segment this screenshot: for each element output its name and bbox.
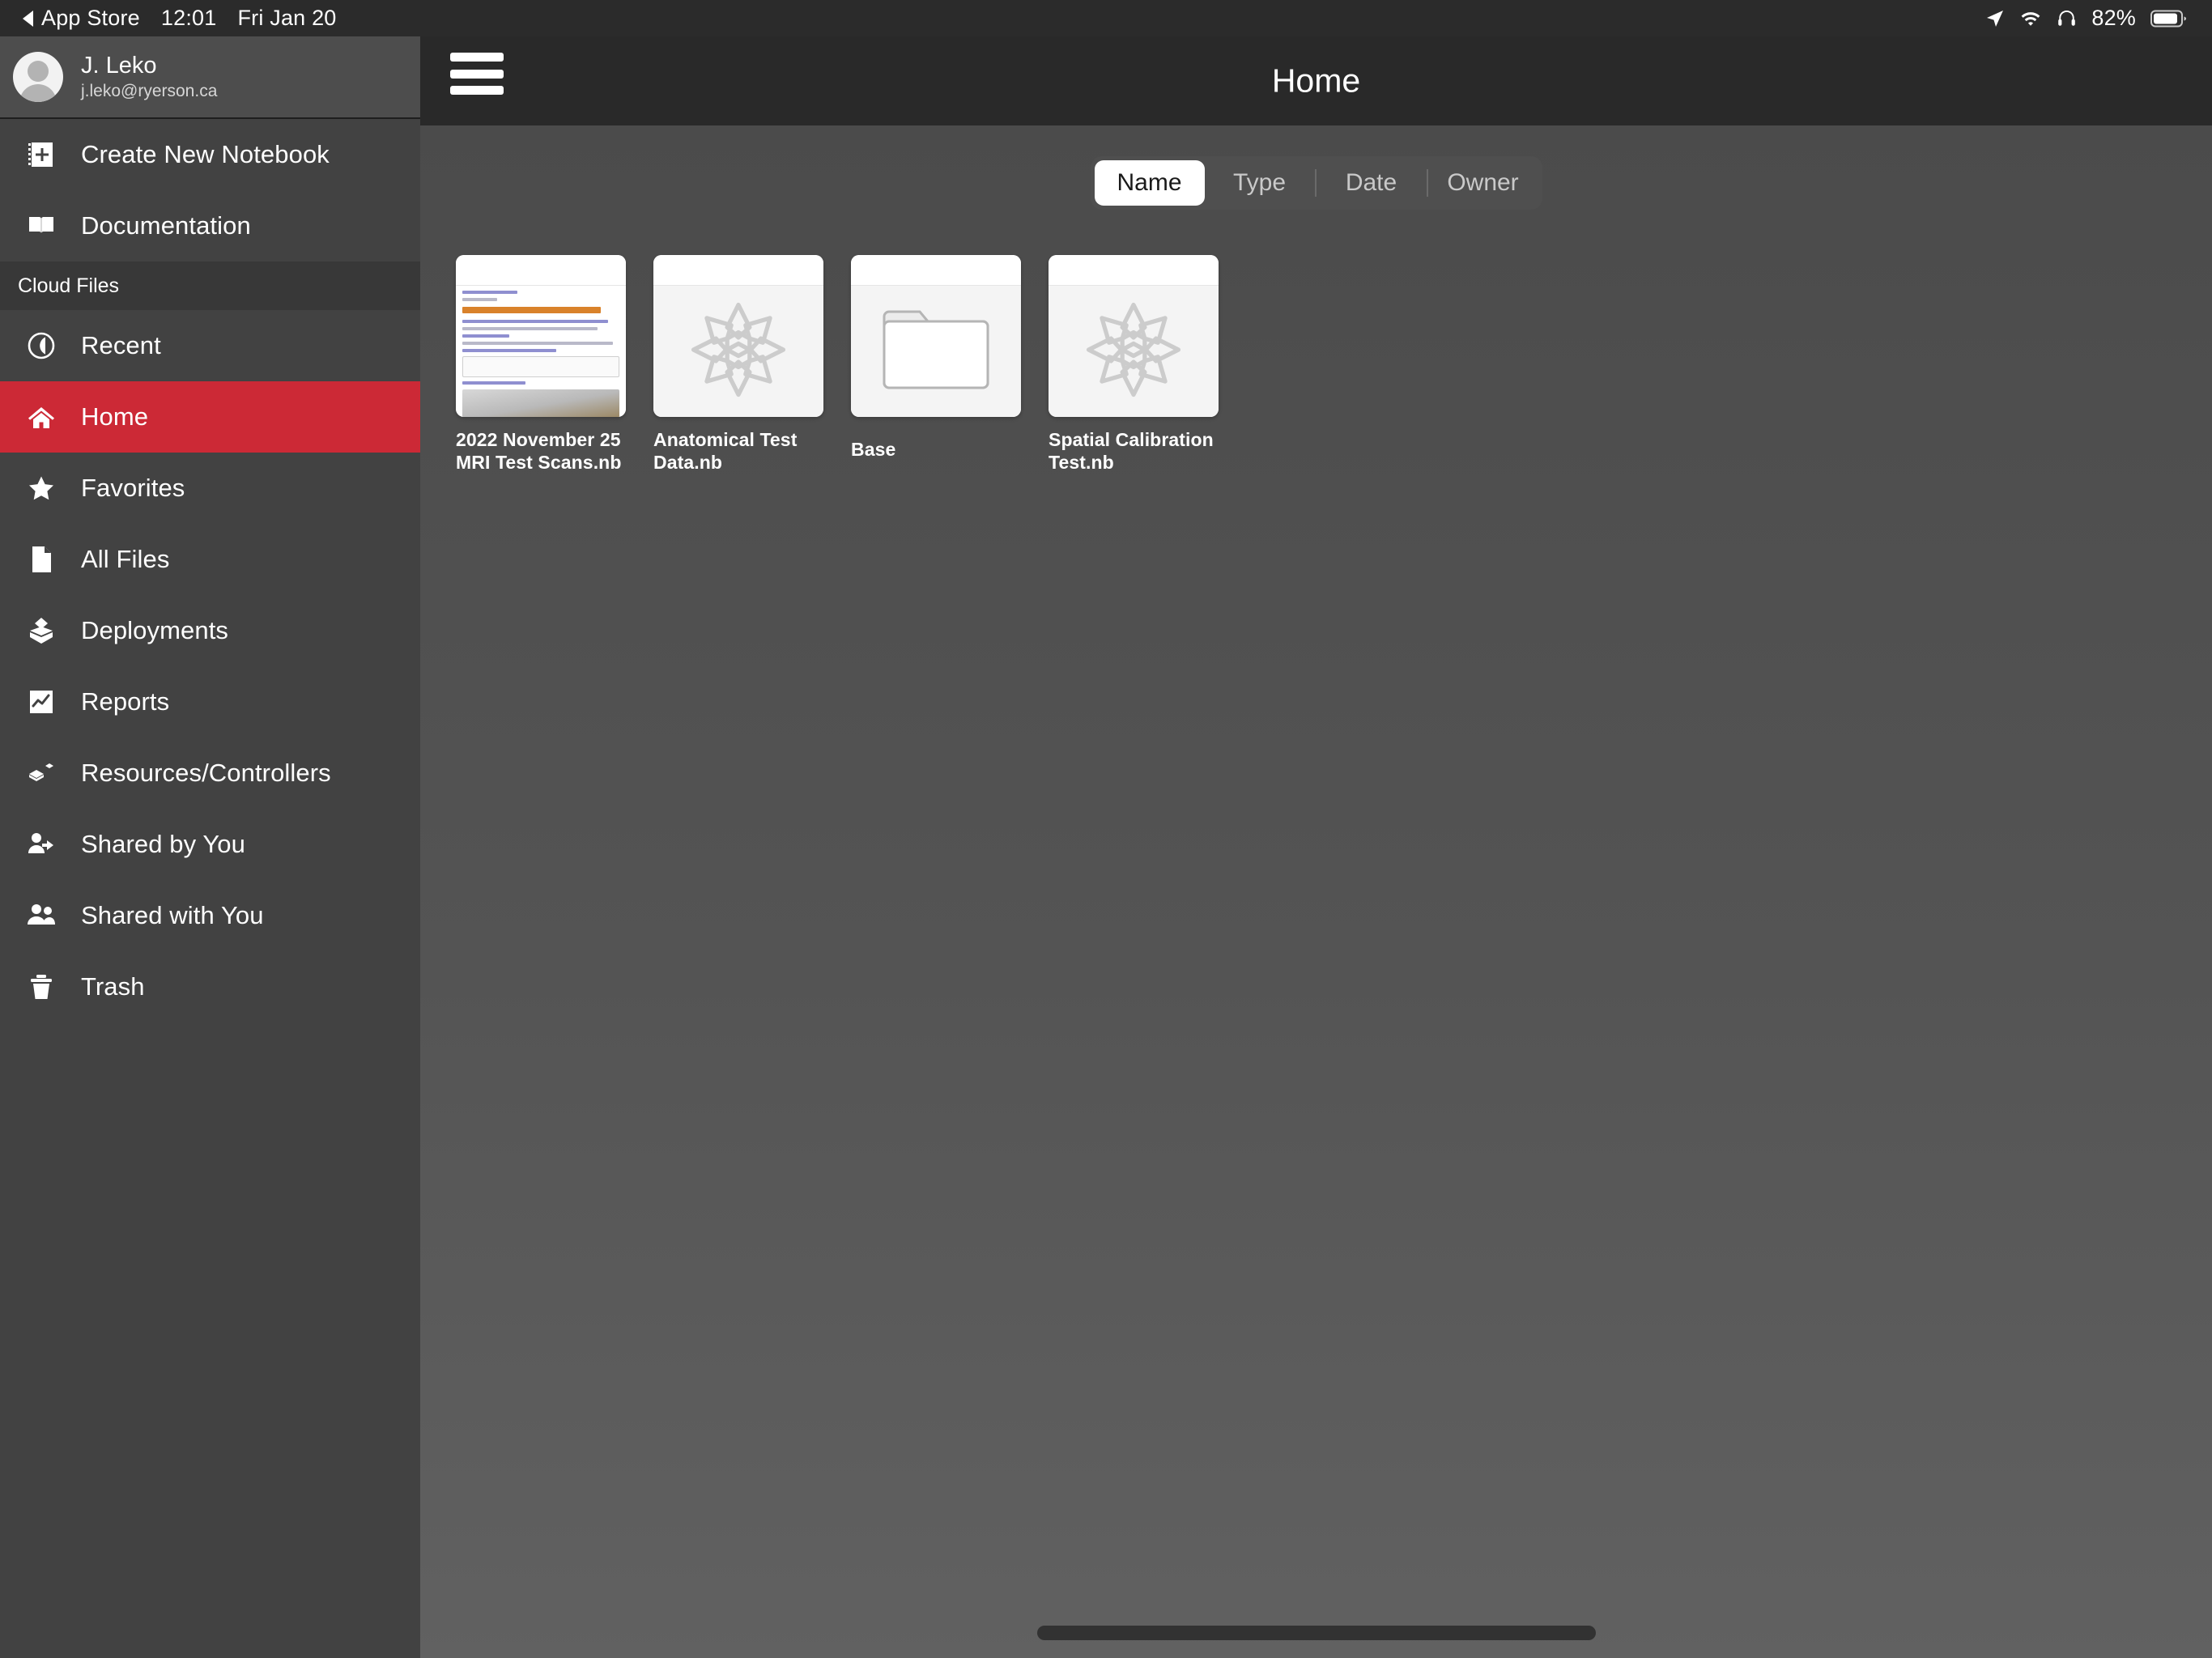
sidebar-section-cloud-files: Cloud Files bbox=[0, 261, 420, 310]
status-time: 12:01 bbox=[160, 6, 217, 30]
trash-icon bbox=[24, 970, 58, 1004]
file-item[interactable]: Spatial Calibration Test.nb bbox=[1049, 255, 1219, 474]
people-icon bbox=[24, 899, 58, 933]
thumbnail-titlebar bbox=[653, 255, 823, 286]
new-notebook-icon bbox=[24, 138, 58, 172]
notebook-preview-image bbox=[462, 389, 619, 417]
sidebar-item-label: Create New Notebook bbox=[81, 140, 330, 168]
thumbnail-titlebar bbox=[851, 255, 1021, 286]
profile-email: j.leko@ryerson.ca bbox=[81, 82, 218, 100]
deployment-box-icon bbox=[24, 614, 58, 648]
resources-icon bbox=[24, 756, 58, 790]
chart-icon bbox=[24, 685, 58, 719]
sidebar-item-recent[interactable]: Recent bbox=[0, 310, 420, 381]
thumbnail-body bbox=[1049, 286, 1219, 417]
battery-percent-label: 82% bbox=[2091, 6, 2136, 30]
sidebar-item-all-files[interactable]: All Files bbox=[0, 524, 420, 595]
sidebar-item-label: All Files bbox=[81, 545, 170, 573]
file-grid: 2022 November 25 MRI Test Scans.nb Anato… bbox=[456, 255, 1219, 474]
status-bar: App Store 12:01 Fri Jan 20 82% bbox=[0, 0, 2212, 36]
sort-tab-owner[interactable]: Owner bbox=[1428, 160, 1538, 206]
file-name-label: Base bbox=[851, 439, 896, 460]
back-arrow-icon[interactable] bbox=[23, 10, 33, 27]
profile-row[interactable]: J. Leko j.leko@ryerson.ca bbox=[0, 36, 420, 119]
sidebar-item-resources-controllers[interactable]: Resources/Controllers bbox=[0, 738, 420, 809]
file-name-label: 2022 November 25 MRI Test Scans.nb bbox=[456, 429, 622, 474]
folder-icon bbox=[883, 302, 989, 402]
home-icon bbox=[24, 400, 58, 434]
document-icon bbox=[24, 542, 58, 576]
notebook-preview-title bbox=[462, 307, 601, 313]
sidebar-item-favorites[interactable]: Favorites bbox=[0, 453, 420, 524]
app-header: Home bbox=[420, 36, 2212, 125]
file-name-label: Spatial Calibration Test.nb bbox=[1049, 429, 1214, 474]
sidebar-item-documentation[interactable]: Documentation bbox=[0, 190, 420, 261]
sidebar-item-deployments[interactable]: Deployments bbox=[0, 595, 420, 666]
clock-back-icon bbox=[24, 329, 58, 363]
battery-icon bbox=[2150, 9, 2188, 28]
sidebar-item-label: Shared by You bbox=[81, 830, 245, 858]
profile-name: J. Leko bbox=[81, 53, 157, 79]
sidebar-item-label: Trash bbox=[81, 972, 145, 1001]
sidebar-item-shared-with-you[interactable]: Shared with You bbox=[0, 880, 420, 951]
file-thumbnail[interactable] bbox=[1049, 255, 1219, 417]
sidebar-item-label: Reports bbox=[81, 687, 170, 716]
main-content: Name Type Date Owner 2022 November 25 MR… bbox=[420, 125, 2212, 1658]
person-arrow-icon bbox=[24, 827, 58, 861]
sidebar-item-label: Documentation bbox=[81, 211, 251, 240]
file-item[interactable]: Base bbox=[851, 255, 1021, 474]
thumbnail-body bbox=[851, 286, 1021, 417]
sidebar-item-create-new-notebook[interactable]: Create New Notebook bbox=[0, 119, 420, 190]
wolfram-spikey-icon bbox=[687, 299, 789, 405]
sidebar-item-label: Home bbox=[81, 402, 149, 431]
sidebar-item-home[interactable]: Home bbox=[0, 381, 420, 453]
file-item[interactable]: Anatomical Test Data.nb bbox=[653, 255, 823, 474]
sort-segmented-control[interactable]: Name Type Date Owner bbox=[1090, 156, 1542, 210]
sidebar-item-label: Deployments bbox=[81, 616, 229, 644]
wolfram-spikey-icon bbox=[1083, 299, 1185, 405]
page-title: Home bbox=[1271, 62, 1361, 100]
file-item[interactable]: 2022 November 25 MRI Test Scans.nb bbox=[456, 255, 626, 474]
profile-text: J. Leko j.leko@ryerson.ca bbox=[81, 53, 217, 101]
sort-tab-type[interactable]: Type bbox=[1205, 160, 1315, 206]
sidebar-section-label: Cloud Files bbox=[18, 274, 120, 297]
sidebar-item-label: Resources/Controllers bbox=[81, 759, 331, 787]
sidebar-item-label: Shared with You bbox=[81, 901, 264, 929]
sort-tab-name[interactable]: Name bbox=[1094, 160, 1205, 206]
hamburger-menu-icon[interactable] bbox=[450, 53, 504, 95]
file-thumbnail[interactable] bbox=[456, 255, 626, 417]
sidebar-item-trash[interactable]: Trash bbox=[0, 951, 420, 1022]
thumbnail-titlebar bbox=[1049, 255, 1219, 286]
sidebar-item-label: Favorites bbox=[81, 474, 185, 502]
notebook-preview bbox=[456, 286, 626, 417]
back-app-label[interactable]: App Store bbox=[41, 6, 140, 31]
status-date: Fri Jan 20 bbox=[237, 6, 337, 30]
file-thumbnail[interactable] bbox=[653, 255, 823, 417]
file-name-label: Anatomical Test Data.nb bbox=[653, 429, 798, 474]
thumbnail-body bbox=[653, 286, 823, 417]
home-indicator-bar[interactable] bbox=[1036, 1626, 1596, 1640]
sidebar-item-shared-by-you[interactable]: Shared by You bbox=[0, 809, 420, 880]
headphones-icon bbox=[2057, 8, 2077, 28]
star-icon bbox=[24, 471, 58, 505]
wifi-icon bbox=[2019, 10, 2042, 28]
file-thumbnail[interactable] bbox=[851, 255, 1021, 417]
notebook-preview-slider bbox=[462, 356, 619, 377]
sidebar: J. Leko j.leko@ryerson.ca Create New Not… bbox=[0, 36, 420, 1658]
book-icon bbox=[24, 209, 58, 243]
status-bar-right: 82% bbox=[1985, 6, 2212, 31]
sidebar-item-label: Recent bbox=[81, 331, 161, 359]
status-bar-left: App Store 12:01 Fri Jan 20 bbox=[0, 6, 337, 31]
sort-tab-date[interactable]: Date bbox=[1317, 160, 1427, 206]
avatar bbox=[13, 52, 63, 102]
thumbnail-titlebar bbox=[456, 255, 626, 286]
location-arrow-icon bbox=[1985, 9, 2005, 28]
sidebar-item-reports[interactable]: Reports bbox=[0, 666, 420, 738]
